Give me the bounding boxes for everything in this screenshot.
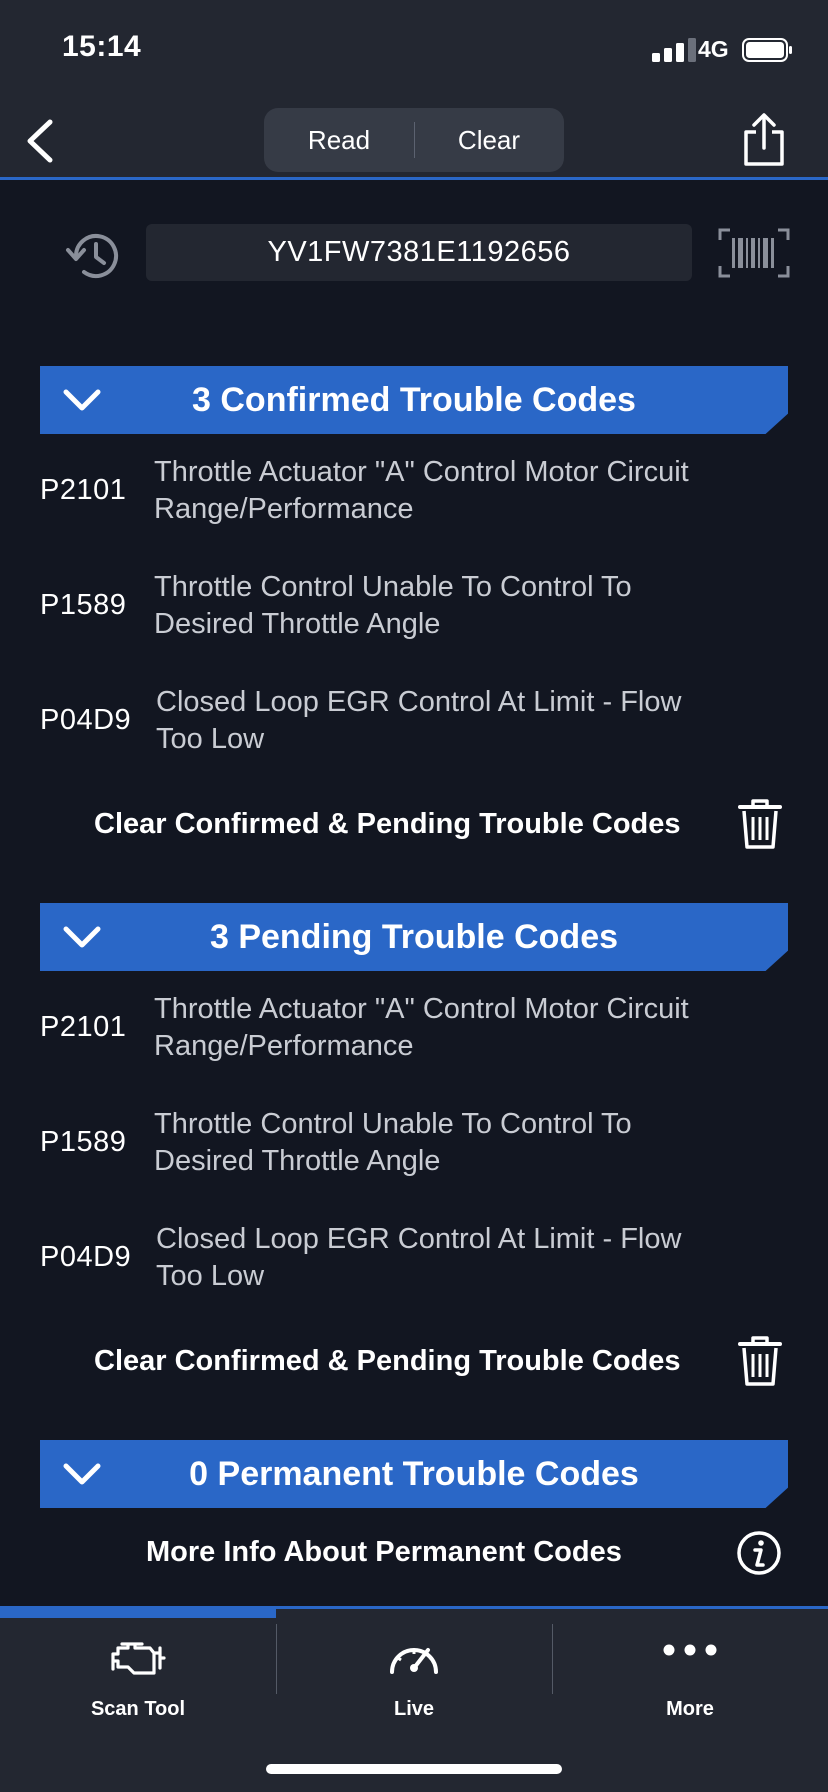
tab-label: More [666,1698,714,1720]
engine-icon [111,1642,166,1675]
confirmed-codes-header[interactable]: 3 Confirmed Trouble Codes [40,366,788,434]
read-segment[interactable]: Read [264,108,414,172]
clear-codes-label: Clear Confirmed & Pending Trouble Codes [94,1345,681,1377]
battery-icon [742,38,792,62]
top-bar: 15:14 4G Read Clear [0,0,828,180]
tab-label: Scan Tool [90,1698,186,1720]
read-clear-segmented-control: Read Clear [264,108,564,172]
info-icon [737,1531,781,1575]
gauge-icon [390,1648,438,1674]
history-icon[interactable] [64,226,124,286]
status-time: 15:14 [62,30,142,63]
dtc-description: Throttle Control Unable To Control To Des… [154,571,632,640]
dtc-description: Closed Loop EGR Control At Limit - Flow T… [156,1223,682,1292]
cellular-signal-icon [652,38,696,62]
dtc-code: P04D9 [40,1241,132,1273]
dtc-code: P1589 [40,1126,127,1158]
pending-codes-header[interactable]: 3 Pending Trouble Codes [40,903,788,971]
trash-icon [738,799,782,849]
dtc-description: Closed Loop EGR Control At Limit - Flow T… [156,686,682,755]
section-title: 3 Confirmed Trouble Codes [192,381,636,419]
dtc-code: P2101 [40,1011,127,1043]
dtc-description: Throttle Actuator "A" Control Motor Circ… [154,993,689,1062]
section-title: 0 Permanent Trouble Codes [189,1455,639,1493]
tab-label: Live [393,1698,435,1720]
clear-codes-button[interactable]: Clear Confirmed & Pending Trouble Codes [0,1335,828,1395]
share-icon[interactable] [740,112,788,168]
clear-segment[interactable]: Clear [414,108,564,172]
dtc-code: P1589 [40,589,127,621]
permanent-codes-info-button[interactable]: More Info About Permanent Codes [0,1530,828,1590]
back-chevron-icon[interactable] [22,118,58,164]
permanent-codes-header[interactable]: 0 Permanent Trouble Codes [40,1440,788,1508]
dtc-description: Throttle Actuator "A" Control Motor Circ… [154,456,689,525]
network-type: 4G [698,36,729,62]
clear-codes-label: Clear Confirmed & Pending Trouble Codes [94,808,681,840]
permanent-codes-info-label: More Info About Permanent Codes [146,1536,622,1568]
clear-codes-button[interactable]: Clear Confirmed & Pending Trouble Codes [0,798,828,858]
tab-live[interactable]: Live [276,1618,552,1738]
section-title: 3 Pending Trouble Codes [209,918,619,956]
dtc-code: P2101 [40,474,127,506]
trash-icon [738,1336,782,1386]
home-indicator[interactable] [266,1764,562,1774]
more-dots-icon [663,1644,717,1656]
dtc-description: Throttle Control Unable To Control To Des… [154,1108,632,1177]
tab-scan-tool[interactable]: Scan Tool [0,1618,276,1738]
tab-more[interactable]: More [552,1618,828,1738]
dtc-code: P04D9 [40,704,132,736]
barcode-scan-icon[interactable] [718,228,790,278]
vin-field[interactable]: YV1FW7381E1192656 [146,224,692,281]
tab-active-indicator [0,1606,276,1618]
